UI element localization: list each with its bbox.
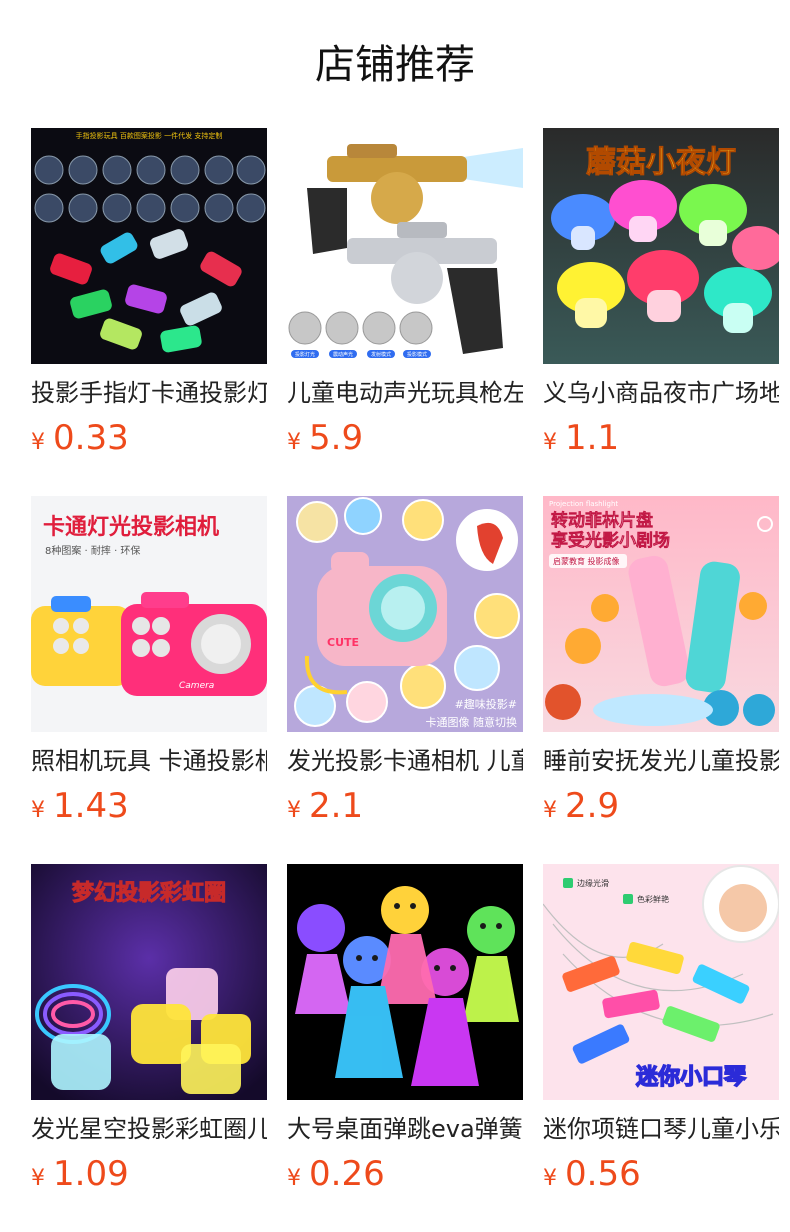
image-caption: 启蒙教育 投影成像 bbox=[553, 556, 620, 566]
currency-symbol: ¥ bbox=[287, 1166, 301, 1191]
product-image[interactable]: Projection flashlight 转动菲林片盘 享受光影小剧场 启蒙教… bbox=[543, 496, 779, 732]
product-price: ¥0.33 bbox=[31, 418, 129, 458]
image-caption: 卡通图像 随意切换 bbox=[426, 715, 518, 729]
product-card[interactable]: 蘑菇小夜灯 义乌小商品夜市广场地摊 ¥1.1 bbox=[543, 128, 779, 496]
product-name[interactable]: 大号桌面弹跳eva弹簧人 bbox=[287, 1112, 523, 1146]
product-card[interactable]: 大号桌面弹跳eva弹簧人 ¥0.26 bbox=[287, 864, 523, 1232]
price-amount: 1.1 bbox=[565, 418, 620, 458]
image-caption: 卡通灯光投影相机 bbox=[43, 515, 219, 540]
product-name[interactable]: 义乌小商品夜市广场地摊 bbox=[543, 376, 779, 410]
image-caption: 转动菲林片盘 bbox=[551, 510, 653, 531]
currency-symbol: ¥ bbox=[31, 1166, 45, 1191]
price-amount: 1.43 bbox=[53, 786, 129, 826]
product-card[interactable]: CUTE #趣味投影# 卡通图像 随意切换 发光投影卡通相机 儿童 ¥2.1 bbox=[287, 496, 523, 864]
price-amount: 1.09 bbox=[53, 1154, 129, 1194]
product-image[interactable]: 手指投影玩具 百款图案投影 一件代发 支持定制 bbox=[31, 128, 267, 364]
currency-symbol: ¥ bbox=[543, 1166, 557, 1191]
product-price: ¥1.43 bbox=[31, 786, 129, 826]
product-card[interactable]: 边缘光滑 色彩鲜艳 迷你小口琴 迷你项链口琴儿童小乐 ¥ 0.56 bbox=[543, 864, 779, 1232]
image-caption: Camera bbox=[179, 681, 214, 691]
product-name[interactable]: 发光投影卡通相机 儿童 bbox=[287, 744, 523, 778]
price-amount: 5.9 bbox=[309, 418, 364, 458]
image-caption: 迷你小口琴 bbox=[635, 1065, 747, 1090]
image-caption: 梦幻投影彩虹圈 bbox=[72, 880, 226, 906]
image-caption: 8种图案 · 耐摔 · 环保 bbox=[45, 544, 140, 557]
product-image[interactable]: 卡通灯光投影相机 8种图案 · 耐摔 · 环保 Camera bbox=[31, 496, 267, 732]
product-price: ¥5.9 bbox=[287, 418, 363, 458]
currency-symbol: ¥ bbox=[31, 798, 45, 823]
product-price: ¥2.9 bbox=[543, 786, 619, 826]
product-price: ¥0.56 bbox=[543, 1154, 641, 1194]
product-image[interactable]: 边缘光滑 色彩鲜艳 迷你小口琴 bbox=[543, 864, 779, 1100]
price-amount: 2.9 bbox=[565, 786, 620, 826]
page-title: 店铺推荐 bbox=[315, 42, 475, 88]
product-card[interactable]: 投影灯光 震动声光 发射模式 投影模式 儿童电动声光玩具枪左轮 ¥5.9 bbox=[287, 128, 523, 496]
product-name[interactable]: 迷你项链口琴儿童小乐器 bbox=[543, 1112, 779, 1146]
product-image[interactable]: 蘑菇小夜灯 bbox=[543, 128, 779, 364]
image-caption: #趣味投影# bbox=[455, 697, 517, 711]
product-name[interactable]: 睡前安抚发光儿童投影 bbox=[543, 744, 779, 778]
product-name[interactable]: 投影手指灯卡通投影灯 bbox=[31, 376, 267, 410]
product-image[interactable]: CUTE #趣味投影# 卡通图像 随意切换 bbox=[287, 496, 523, 732]
product-image[interactable]: 投影灯光 震动声光 发射模式 投影模式 bbox=[287, 128, 523, 364]
image-caption: CUTE bbox=[327, 636, 359, 649]
image-caption: 发射模式 bbox=[371, 351, 391, 358]
price-amount: 2.1 bbox=[309, 786, 364, 826]
product-card[interactable]: 手指投影玩具 百款图案投影 一件代发 支持定制 投影手指灯卡通投影灯 ¥ 0.3… bbox=[31, 128, 267, 496]
product-name[interactable]: 发光星空投影彩虹圈儿童 bbox=[31, 1112, 267, 1146]
product-name[interactable]: 儿童电动声光玩具枪左轮 bbox=[287, 376, 523, 410]
image-caption: 投影灯光 bbox=[295, 351, 315, 358]
currency-symbol: ¥ bbox=[287, 430, 301, 455]
price-amount: 0.26 bbox=[309, 1154, 385, 1194]
image-caption: 享受光影小剧场 bbox=[551, 530, 670, 551]
product-price: ¥1.09 bbox=[31, 1154, 129, 1194]
price-amount: 0.56 bbox=[565, 1154, 641, 1194]
price-amount: 0.33 bbox=[53, 418, 129, 458]
product-card[interactable]: 卡通灯光投影相机 8种图案 · 耐摔 · 环保 Camera 照相机玩具 卡通投… bbox=[31, 496, 267, 864]
product-image[interactable]: 梦幻投影彩虹圈 bbox=[31, 864, 267, 1100]
image-caption: 边缘光滑 bbox=[577, 878, 609, 888]
product-name[interactable]: 照相机玩具 卡通投影相机 bbox=[31, 744, 267, 778]
image-caption: 色彩鲜艳 bbox=[637, 894, 669, 904]
image-caption: 投影模式 bbox=[407, 351, 427, 358]
currency-symbol: ¥ bbox=[543, 430, 557, 455]
currency-symbol: ¥ bbox=[287, 798, 301, 823]
product-image[interactable] bbox=[287, 864, 523, 1100]
image-caption: Projection flashlight bbox=[549, 500, 618, 508]
product-price: ¥2.1 bbox=[287, 786, 363, 826]
image-caption: 手指投影玩具 百款图案投影 一件代发 支持定制 bbox=[76, 131, 223, 140]
product-price: ¥0.26 bbox=[287, 1154, 385, 1194]
product-grid: 手指投影玩具 百款图案投影 一件代发 支持定制 投影手指灯卡通投影灯 ¥ 0.3… bbox=[31, 128, 779, 1232]
image-caption: 蘑菇小夜灯 bbox=[586, 145, 736, 180]
currency-symbol: ¥ bbox=[31, 430, 45, 455]
product-card[interactable]: Projection flashlight 转动菲林片盘 享受光影小剧场 启蒙教… bbox=[543, 496, 779, 864]
product-card[interactable]: 梦幻投影彩虹圈 发光星空投影彩虹圈儿童 ¥1.09 bbox=[31, 864, 267, 1232]
currency-symbol: ¥ bbox=[543, 798, 557, 823]
image-caption: 震动声光 bbox=[333, 351, 353, 358]
product-price: ¥1.1 bbox=[543, 418, 619, 458]
